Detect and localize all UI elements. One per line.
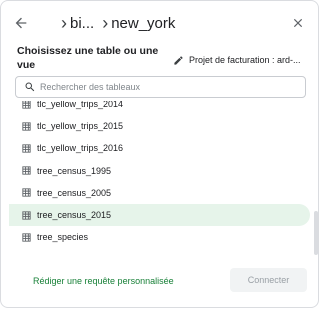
breadcrumb-label: new_york <box>111 14 176 32</box>
chevron-right-icon: › <box>61 13 67 33</box>
chevron-right-icon: › <box>102 13 109 33</box>
list-scrollbar[interactable] <box>314 211 318 255</box>
table-list-item[interactable]: tlc_yellow_trips_2015 <box>9 115 310 137</box>
billing-project-label: Projet de facturation : ard-... <box>189 55 301 65</box>
arrow-back-icon <box>15 17 27 29</box>
table-list-item[interactable]: tree_species <box>9 226 310 248</box>
search-box <box>15 76 306 98</box>
search-icon <box>25 82 35 92</box>
table-picker-dialog: › bi... › new_york Choisissez une table … <box>0 0 319 308</box>
table-grid-icon <box>21 232 32 243</box>
table-grid-icon <box>21 143 32 154</box>
table-name: tlc_yellow_trips_2014 <box>37 101 124 109</box>
dialog-title: Choisissez une table ou une vue <box>17 45 159 71</box>
table-name: tree_species <box>37 232 89 243</box>
breadcrumb-item-current: › new_york <box>102 14 175 32</box>
connect-button[interactable]: Connecter <box>230 268 307 292</box>
table-list-item[interactable]: tree_census_2005 <box>9 182 310 204</box>
table-grid-icon <box>21 121 32 132</box>
breadcrumb-item-dataset[interactable]: › bi... <box>61 14 94 32</box>
billing-project-selector[interactable]: Projet de facturation : ard-... <box>173 53 311 67</box>
breadcrumb-label: bi... <box>70 14 95 32</box>
close-button[interactable] <box>286 11 310 35</box>
edit-pencil-icon <box>174 55 183 65</box>
table-list-item[interactable]: tlc_yellow_trips_2014 <box>9 101 310 115</box>
table-name: tree_census_1995 <box>37 165 112 176</box>
table-list-item[interactable]: tree_census_1995 <box>9 160 310 182</box>
table-list-item[interactable]: tlc_yellow_trips_2016 <box>9 137 310 159</box>
table-name: tree_census_2005 <box>37 187 112 198</box>
table-list-item[interactable]: tree_census_2015 <box>9 204 310 226</box>
table-name: tree_census_2015 <box>37 210 112 220</box>
table-list: tlc_yellow_trips_2014 tlc_yellow_trips_20… <box>9 101 310 255</box>
breadcrumb: › bi... › new_york <box>61 12 278 34</box>
table-grid-icon <box>21 187 32 198</box>
custom-query-link[interactable]: Rédiger une requête personnalisée <box>33 276 174 286</box>
table-grid-icon <box>21 210 32 221</box>
search-input[interactable] <box>40 82 305 92</box>
table-grid-icon <box>21 165 32 176</box>
table-name: tlc_yellow_trips_2016 <box>37 143 124 154</box>
table-name: tlc_yellow_trips_2015 <box>37 121 124 132</box>
table-grid-icon <box>21 101 32 110</box>
close-icon <box>293 18 303 28</box>
back-button[interactable] <box>7 11 35 35</box>
